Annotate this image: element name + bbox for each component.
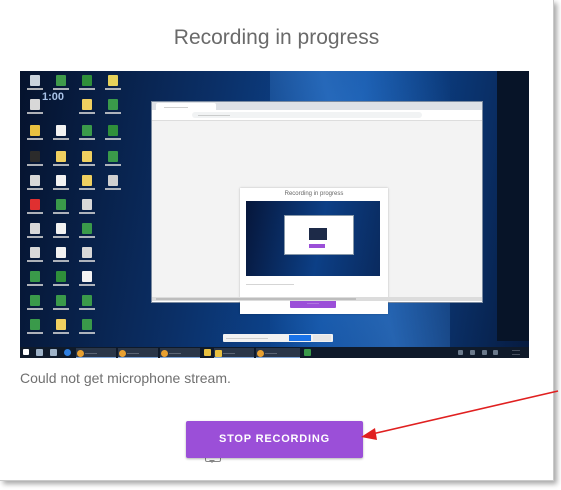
inner-preview (246, 201, 380, 276)
start-menu-icon (23, 349, 29, 355)
taskbar-item: ——— (256, 348, 300, 358)
app-icon (304, 349, 311, 356)
tray-icon (493, 350, 498, 355)
taskbar-item: ——— (160, 348, 200, 358)
desktop-icon (82, 295, 92, 306)
desktop-icon (56, 175, 66, 186)
page-title: Recording in progress (173, 26, 380, 49)
tray-clock: —— —— (512, 347, 520, 356)
desktop-icon (108, 125, 118, 136)
tray-icon (482, 350, 487, 355)
taskbar-item: ——— (214, 348, 254, 358)
desktop-icon (56, 319, 66, 330)
browser-window: —————— ———————— Recording in progress ——… (151, 101, 483, 314)
stop-recording-button[interactable]: STOP RECORDING (186, 421, 363, 458)
desktop-icon (56, 125, 66, 136)
desktop-clock: 1:00 (42, 91, 65, 103)
desktop-icon (30, 151, 40, 162)
desktop-icon (30, 319, 40, 330)
desktop-icon (30, 223, 40, 234)
desktop-icon (108, 75, 118, 86)
desktop-icon (108, 175, 118, 186)
desktop-icon (56, 223, 66, 234)
desktop-icon (56, 247, 66, 258)
desktop-icon (82, 199, 92, 210)
desktop-icon (82, 247, 92, 258)
desktop-icon (30, 99, 40, 110)
search-icon (36, 349, 43, 356)
taskbar: ——— ——— ——— ——— ——— —— —— (20, 347, 529, 358)
desktop-icons (20, 71, 150, 341)
desktop-icon (82, 175, 92, 186)
browser-tab-strip: —————— (152, 102, 482, 110)
tray-icon (470, 350, 475, 355)
desktop-icon (56, 75, 66, 86)
desktop-icon (30, 295, 40, 306)
desktop-icon (30, 125, 40, 136)
desktop-icon (56, 271, 66, 282)
desktop-right-edge (497, 71, 529, 341)
desktop-icon (30, 75, 40, 86)
desktop-icon (82, 319, 92, 330)
desktop-icon (30, 175, 40, 186)
tray-icon (458, 350, 463, 355)
inner-error-message: ———————————— (246, 281, 294, 286)
folder-icon (204, 349, 211, 356)
screen-preview: 1:00 —————— ———————— Recording in progre… (20, 71, 529, 358)
desktop-icon (82, 223, 92, 234)
desktop-icon (82, 75, 92, 86)
error-message: Could not get microphone stream. (20, 370, 231, 386)
desktop-icon (30, 271, 40, 282)
recording-panel: Recording in progress 1:00 —————— ——————… (0, 0, 554, 481)
taskbar-item: ——— (118, 348, 158, 358)
desktop-icon (82, 151, 92, 162)
task-view-icon (50, 349, 57, 356)
desktop-icon (82, 271, 92, 282)
desktop-icon (108, 99, 118, 110)
desktop-icon (56, 151, 66, 162)
browser-scrollbar (152, 297, 482, 301)
desktop-icon (30, 199, 40, 210)
screen-share-bar: —————————————— (223, 334, 333, 342)
desktop-icon (108, 151, 118, 162)
desktop-icon (56, 295, 66, 306)
browser-tab: —————— (156, 103, 216, 110)
browser-address-bar: ———————— (152, 110, 482, 121)
inner-recording-card: Recording in progress ———————————— ———— (240, 188, 388, 314)
browser-icon (64, 349, 71, 356)
desktop-icon (30, 247, 40, 258)
desktop-icon (82, 125, 92, 136)
inner-title: Recording in progress (284, 191, 344, 197)
desktop-icon (56, 199, 66, 210)
taskbar-item: ——— (76, 348, 116, 358)
desktop-icon (82, 99, 92, 110)
